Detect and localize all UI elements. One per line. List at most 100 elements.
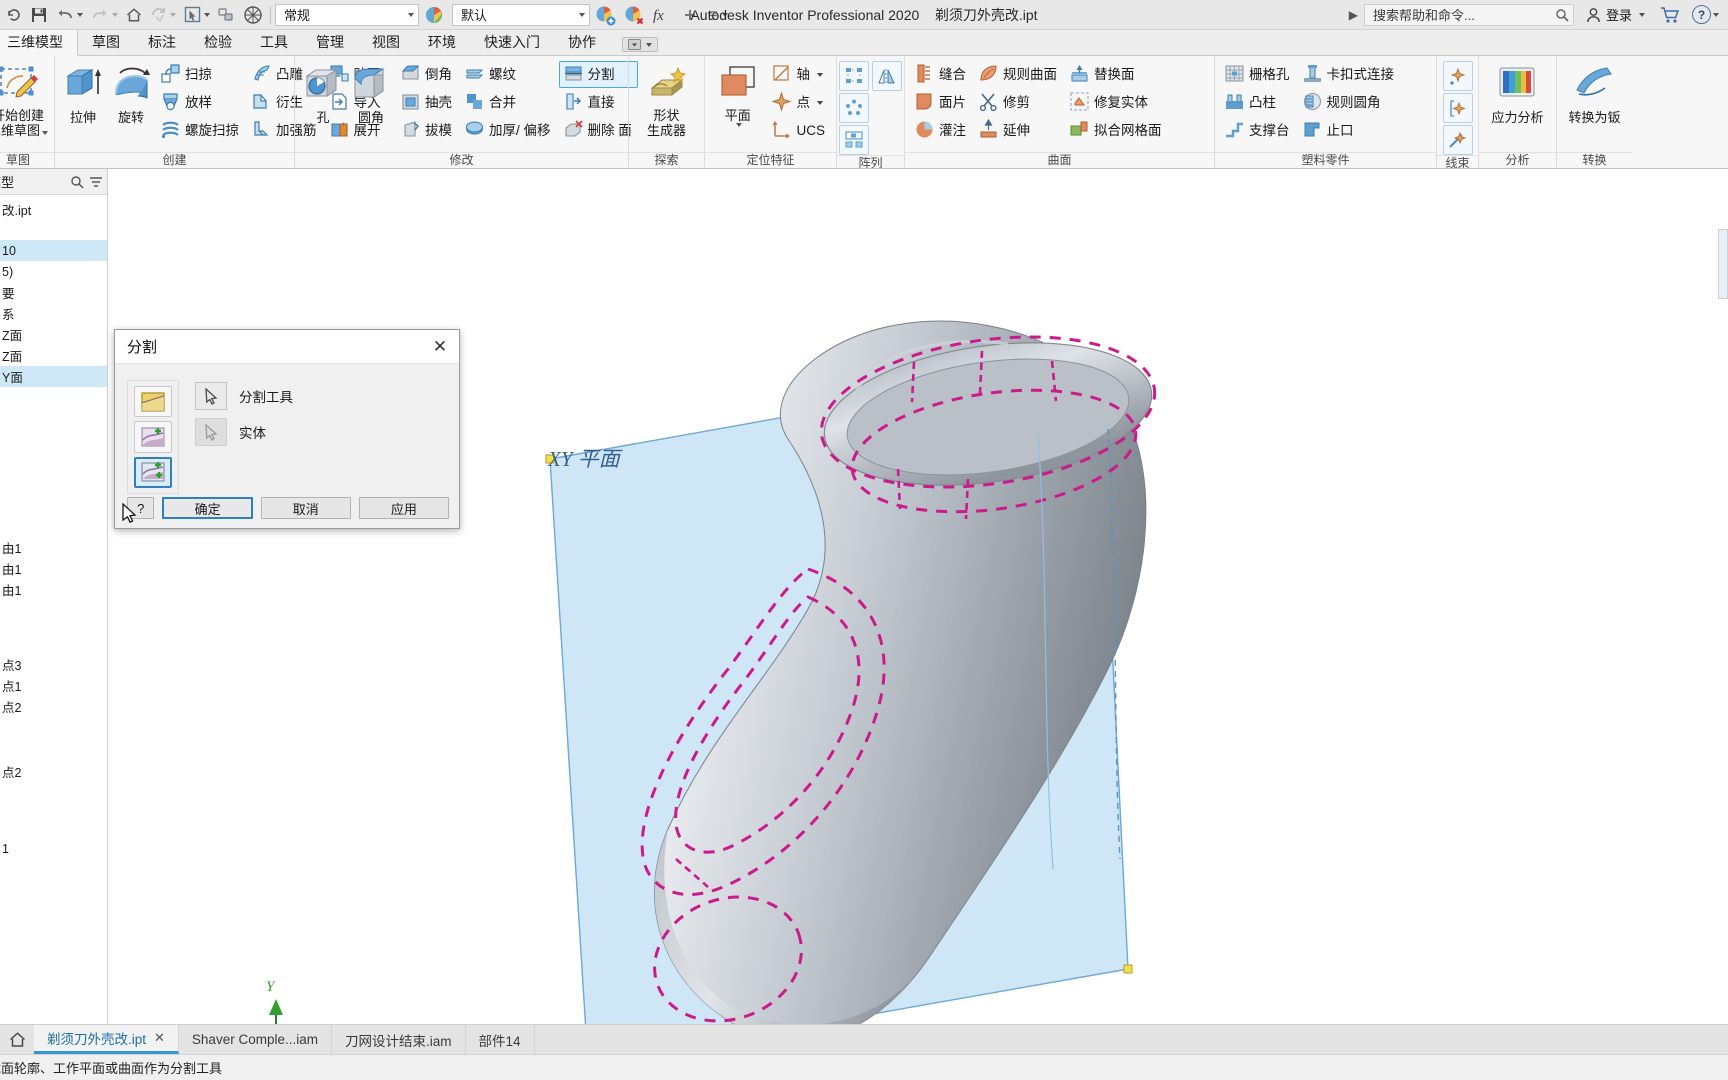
hole-button[interactable]: 孔	[300, 60, 346, 127]
grill-button[interactable]: 栅格孔	[1220, 61, 1296, 88]
chevron-down-icon[interactable]	[722, 12, 728, 17]
material-sphere-icon[interactable]	[240, 2, 266, 28]
ribbon-display-options[interactable]	[622, 37, 658, 52]
tab-sketch[interactable]: 草图	[78, 30, 134, 55]
chevron-down-icon[interactable]	[1639, 12, 1645, 17]
tree-node[interactable]: Y面	[0, 366, 107, 387]
tab-environments[interactable]: 环境	[414, 30, 470, 55]
search-icon[interactable]	[70, 175, 84, 189]
parameters-icon[interactable]	[214, 2, 239, 28]
chevron-down-icon[interactable]	[112, 12, 118, 17]
doc-tab-blade-net[interactable]: 刀网设计结束.iam	[332, 1025, 466, 1054]
sculpt-button[interactable]: 灌注	[910, 117, 972, 144]
parameters-fx-icon[interactable]: fx	[649, 2, 677, 28]
fit-mesh-button[interactable]: 拟合网格面	[1065, 117, 1168, 144]
trim-button[interactable]: 修剪	[974, 89, 1063, 116]
tree-node[interactable]: 改.ipt	[0, 199, 107, 220]
sketch-driven-pattern-button[interactable]	[839, 125, 869, 155]
tree-node[interactable]: 点2	[0, 761, 107, 782]
chevron-down-icon[interactable]	[816, 100, 823, 105]
close-icon[interactable]: ✕	[154, 1030, 165, 1046]
cancel-button[interactable]: 取消	[260, 497, 351, 519]
replace-face-button[interactable]: 替换面	[1065, 61, 1168, 88]
boss-button[interactable]: 凸柱	[1220, 89, 1296, 116]
tab-tools[interactable]: 工具	[246, 30, 302, 55]
appearance-add-icon[interactable]	[591, 2, 619, 28]
repair-body-button[interactable]: 修复实体	[1065, 89, 1168, 116]
tree-node[interactable]: 1	[0, 838, 107, 859]
tree-node[interactable]: 由1	[0, 537, 107, 558]
extend-button[interactable]: 延伸	[974, 117, 1063, 144]
ucs-button[interactable]: UCS	[767, 117, 831, 144]
tab-view[interactable]: 视图	[358, 30, 414, 55]
ok-button[interactable]: 确定	[162, 497, 253, 519]
coil-button[interactable]: 螺旋扫掠	[156, 117, 245, 144]
tab-get-started[interactable]: 快速入门	[470, 30, 554, 55]
search-expand-icon[interactable]: ▶	[1349, 8, 1358, 22]
doc-tab-shaver-housing[interactable]: 剃须刀外壳改.ipt ✕	[34, 1025, 179, 1054]
undo-icon[interactable]	[52, 2, 86, 28]
harness-button-1[interactable]	[1442, 61, 1473, 91]
combine-button[interactable]: 合并	[460, 89, 557, 116]
direct-button[interactable]: 直接	[559, 89, 638, 116]
convert-sheetmetal-button[interactable]: 转换为钣	[1562, 60, 1626, 127]
revolve-button[interactable]: 旋转	[108, 60, 154, 127]
cart-icon[interactable]	[1657, 2, 1683, 28]
3d-viewport[interactable]: XY 平面 Y	[108, 169, 1728, 1024]
split-tool-select-button[interactable]	[195, 382, 227, 410]
help-button[interactable]: ?	[1689, 2, 1722, 28]
draft-button[interactable]: 拔模	[396, 117, 458, 144]
chevron-down-icon[interactable]	[579, 12, 585, 17]
rule-fillet-button[interactable]: 规则圆角	[1298, 89, 1401, 116]
harness-button-2[interactable]	[1442, 93, 1473, 123]
tab-3d-model[interactable]: 三维模型	[0, 29, 78, 56]
circular-pattern-button[interactable]	[839, 93, 869, 123]
save-icon[interactable]	[27, 2, 51, 28]
tree-node[interactable]: 系	[0, 303, 107, 324]
chevron-down-icon[interactable]	[408, 12, 414, 17]
start-2d-sketch-button[interactable]: 开始创建 二维草图	[0, 60, 49, 140]
extrude-button[interactable]: 拉伸	[60, 60, 106, 127]
split-faces-mode-button[interactable]	[134, 456, 172, 488]
chamfer-button[interactable]: 倒角	[396, 61, 458, 88]
update-icon[interactable]	[147, 2, 179, 28]
tree-node[interactable]	[0, 782, 107, 838]
tree-node[interactable]: 点3	[0, 654, 107, 675]
trim-solid-mode-button[interactable]	[134, 386, 172, 418]
chevron-down-icon[interactable]	[646, 42, 652, 47]
select-icon[interactable]	[180, 2, 213, 28]
work-axis-button[interactable]: 轴	[767, 61, 831, 88]
appearance-remove-icon[interactable]	[620, 2, 648, 28]
split-solid-mode-button[interactable]	[134, 421, 172, 453]
add-command-icon[interactable]	[678, 2, 702, 28]
qat-overflow-icon[interactable]	[703, 2, 731, 28]
loft-button[interactable]: 放样	[156, 89, 245, 116]
tree-node[interactable]	[0, 717, 107, 761]
home-icon[interactable]	[122, 2, 146, 28]
material-style-combo[interactable]: 常规	[275, 3, 419, 26]
signin-button[interactable]: 登录	[1580, 5, 1651, 24]
tree-node[interactable]: Z面	[0, 324, 107, 345]
chevron-down-icon[interactable]	[170, 12, 176, 17]
undo-history-icon[interactable]	[2, 2, 26, 28]
chevron-down-icon[interactable]	[204, 12, 210, 17]
tab-annotate[interactable]: 标注	[134, 30, 190, 55]
solid-select-button[interactable]	[195, 418, 227, 446]
tree-node[interactable]	[0, 220, 107, 240]
doc-tab-assembly-14[interactable]: 部件14	[466, 1025, 535, 1054]
chevron-down-icon[interactable]	[735, 123, 742, 127]
work-point-button[interactable]: 点	[767, 89, 831, 116]
search-icon[interactable]	[1555, 8, 1569, 22]
tree-node[interactable]: Z面	[0, 345, 107, 366]
tree-node[interactable]: 10	[0, 240, 107, 261]
shape-generator-button[interactable]: 形状 生成器	[638, 60, 696, 140]
tab-manage[interactable]: 管理	[302, 30, 358, 55]
tree-node[interactable]	[0, 600, 107, 654]
tree-node[interactable]: 点2	[0, 696, 107, 717]
tree-node[interactable]	[0, 387, 107, 537]
ruled-surface-button[interactable]: 规则曲面	[974, 61, 1063, 88]
work-plane-button[interactable]: 平面	[710, 60, 765, 129]
material-browser-icon[interactable]	[420, 2, 448, 28]
doc-tab-shaver-complete[interactable]: Shaver Comple...iam	[179, 1025, 332, 1054]
patch-button[interactable]: 面片	[910, 89, 972, 116]
